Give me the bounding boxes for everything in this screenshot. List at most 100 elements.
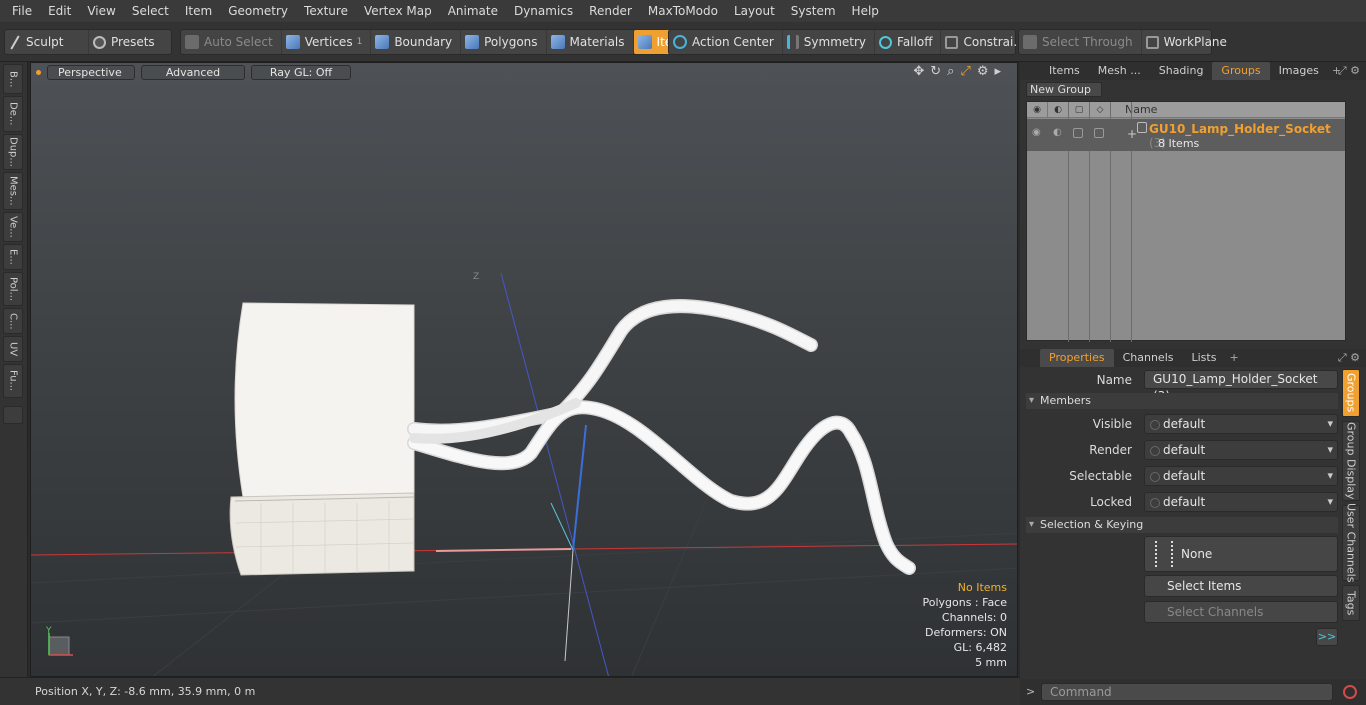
- side-tab-user-channels[interactable]: User Channels: [1342, 503, 1360, 583]
- left-tab-basic[interactable]: B...: [3, 64, 23, 94]
- selection-keying-section[interactable]: Selection & Keying: [1026, 517, 1338, 533]
- tab-mesh[interactable]: Mesh ...: [1089, 62, 1150, 80]
- menu-dynamics[interactable]: Dynamics: [506, 0, 581, 22]
- symmetry-button[interactable]: Symmetry: [783, 30, 876, 54]
- more-options-button[interactable]: >>: [1316, 628, 1338, 646]
- row-select-checkbox[interactable]: [1094, 128, 1104, 138]
- select-channels-button[interactable]: Select Channels: [1144, 601, 1338, 623]
- zoom-icon[interactable]: ⌕: [947, 64, 954, 79]
- row-lock-checkbox[interactable]: [1073, 128, 1083, 138]
- raygl-toggle[interactable]: Ray GL: Off: [251, 64, 351, 80]
- menu-help[interactable]: Help: [844, 0, 887, 22]
- none-button[interactable]: None: [1144, 536, 1338, 572]
- viewport-menu-dot[interactable]: [36, 69, 41, 75]
- expand-panel-icon[interactable]: ⤢ ⚙: [1338, 64, 1360, 78]
- row-render-icon[interactable]: ◐: [1053, 127, 1062, 138]
- menu-file[interactable]: File: [4, 0, 40, 22]
- side-tab-tags[interactable]: Tags: [1342, 585, 1360, 621]
- presets-icon: [93, 35, 106, 49]
- menu-system[interactable]: System: [783, 0, 844, 22]
- add-properties-tab-button[interactable]: +: [1225, 349, 1242, 367]
- menu-vertex-map[interactable]: Vertex Map: [356, 0, 440, 22]
- tab-shading[interactable]: Shading: [1150, 62, 1213, 80]
- falloff-button[interactable]: Falloff: [875, 30, 942, 54]
- left-tab-vertex[interactable]: Ve...: [3, 212, 23, 242]
- sculpt-button[interactable]: Sculpt: [5, 30, 89, 54]
- view-mode-dropdown[interactable]: Perspective: [47, 64, 135, 80]
- render-dropdown[interactable]: default: [1144, 440, 1338, 460]
- tab-images[interactable]: Images: [1270, 62, 1328, 80]
- rotate-icon[interactable]: ↻: [930, 64, 941, 79]
- viewport-settings-icon[interactable]: ⚙: [977, 64, 989, 79]
- constraints-icon: [945, 35, 959, 49]
- menu-animate[interactable]: Animate: [440, 0, 506, 22]
- tab-items[interactable]: Items: [1040, 62, 1089, 80]
- x-axis-highlight: [435, 548, 572, 552]
- axis-gizmo: Y: [45, 626, 73, 656]
- left-tab-duplicate[interactable]: Dup...: [3, 134, 23, 170]
- new-group-button[interactable]: New Group: [1026, 82, 1102, 97]
- maximize-icon[interactable]: ⤢: [960, 64, 970, 79]
- selection-mode-group: Auto Select Vertices 1 Boundary Polygons …: [180, 29, 699, 55]
- locked-dropdown[interactable]: default: [1144, 492, 1338, 512]
- select-through-button[interactable]: Select Through: [1019, 30, 1142, 54]
- menu-maxtomodo[interactable]: MaxToModo: [640, 0, 726, 22]
- menu-render[interactable]: Render: [581, 0, 640, 22]
- left-tab-fusion[interactable]: Fu...: [3, 364, 23, 398]
- render-label: Render: [1089, 443, 1132, 457]
- visibility-column-icon[interactable]: ◉: [1027, 101, 1048, 118]
- menu-edit[interactable]: Edit: [40, 0, 79, 22]
- vertices-icon: [285, 35, 300, 49]
- groups-list: ◉ ◐ ▢ ◇ Name ◉ ◐ + GU10_Lamp_Holder_Sock…: [1026, 101, 1346, 342]
- selection-info: No Items: [957, 581, 1007, 594]
- menu-texture[interactable]: Texture: [296, 0, 356, 22]
- auto-select-button[interactable]: Auto Select: [181, 30, 282, 54]
- vertices-button[interactable]: Vertices 1: [282, 30, 372, 54]
- tab-lists[interactable]: Lists: [1183, 349, 1226, 367]
- z-axis-label: Z: [473, 272, 479, 282]
- row-visibility-icon[interactable]: ◉: [1032, 127, 1041, 138]
- polygons-button[interactable]: Polygons: [461, 30, 547, 54]
- left-tab-deform[interactable]: De...: [3, 96, 23, 132]
- 3d-viewport[interactable]: Z Y Perspective Advanced Ray GL: Off ✥ ↻…: [30, 62, 1018, 677]
- menu-item[interactable]: Item: [177, 0, 220, 22]
- viewport-info-overlay: No Items Polygons : Face Channels: 0 Def…: [922, 580, 1007, 670]
- auto-select-icon: [185, 35, 199, 49]
- expand-properties-icon[interactable]: ⤢ ⚙: [1338, 351, 1360, 365]
- visible-dropdown[interactable]: default: [1144, 414, 1338, 434]
- left-tab-toggle[interactable]: [3, 406, 23, 424]
- action-center-button[interactable]: Action Center: [669, 30, 783, 54]
- tab-channels[interactable]: Channels: [1114, 349, 1183, 367]
- group-name-field[interactable]: GU10_Lamp_Holder_Socket (3): [1144, 370, 1338, 403]
- record-macro-icon[interactable]: [1343, 685, 1357, 699]
- menu-geometry[interactable]: Geometry: [220, 0, 296, 22]
- viewport-more-icon[interactable]: ▸: [994, 64, 1001, 79]
- tab-properties[interactable]: Properties: [1040, 349, 1114, 367]
- workplane-button[interactable]: WorkPlane: [1142, 30, 1235, 54]
- members-section[interactable]: Members: [1026, 393, 1338, 409]
- group-row[interactable]: ◉ ◐ + GU10_Lamp_Holder_Socket (3) 8 Item…: [1027, 119, 1345, 151]
- boundary-button[interactable]: Boundary: [371, 30, 462, 54]
- locked-label: Locked: [1090, 495, 1132, 509]
- command-input[interactable]: Command: [1041, 683, 1333, 701]
- menu-select[interactable]: Select: [124, 0, 177, 22]
- selectable-dropdown[interactable]: default: [1144, 466, 1338, 486]
- left-tab-uv[interactable]: UV: [3, 336, 23, 362]
- left-tab-edge[interactable]: E...: [3, 244, 23, 270]
- tab-groups[interactable]: Groups: [1212, 62, 1270, 80]
- menu-layout[interactable]: Layout: [726, 0, 783, 22]
- left-tab-curve[interactable]: C...: [3, 308, 23, 334]
- shading-mode-dropdown[interactable]: Advanced: [141, 64, 245, 80]
- side-tab-group-display[interactable]: Group Display: [1342, 421, 1360, 501]
- presets-button[interactable]: Presets: [89, 30, 163, 54]
- left-tab-mesh-edit[interactable]: Mes...: [3, 172, 23, 210]
- right-panel: Items Mesh ... Shading Groups Images + ⤢…: [1020, 62, 1366, 705]
- select-items-button[interactable]: Select Items: [1144, 575, 1338, 597]
- materials-button[interactable]: Materials: [547, 30, 634, 54]
- left-tab-polygon[interactable]: Pol...: [3, 272, 23, 306]
- pan-icon[interactable]: ✥: [913, 64, 924, 79]
- side-tab-groups[interactable]: Groups: [1342, 369, 1360, 417]
- materials-icon: [550, 35, 565, 49]
- menu-view[interactable]: View: [79, 0, 123, 22]
- expand-group-icon[interactable]: +: [1127, 127, 1137, 141]
